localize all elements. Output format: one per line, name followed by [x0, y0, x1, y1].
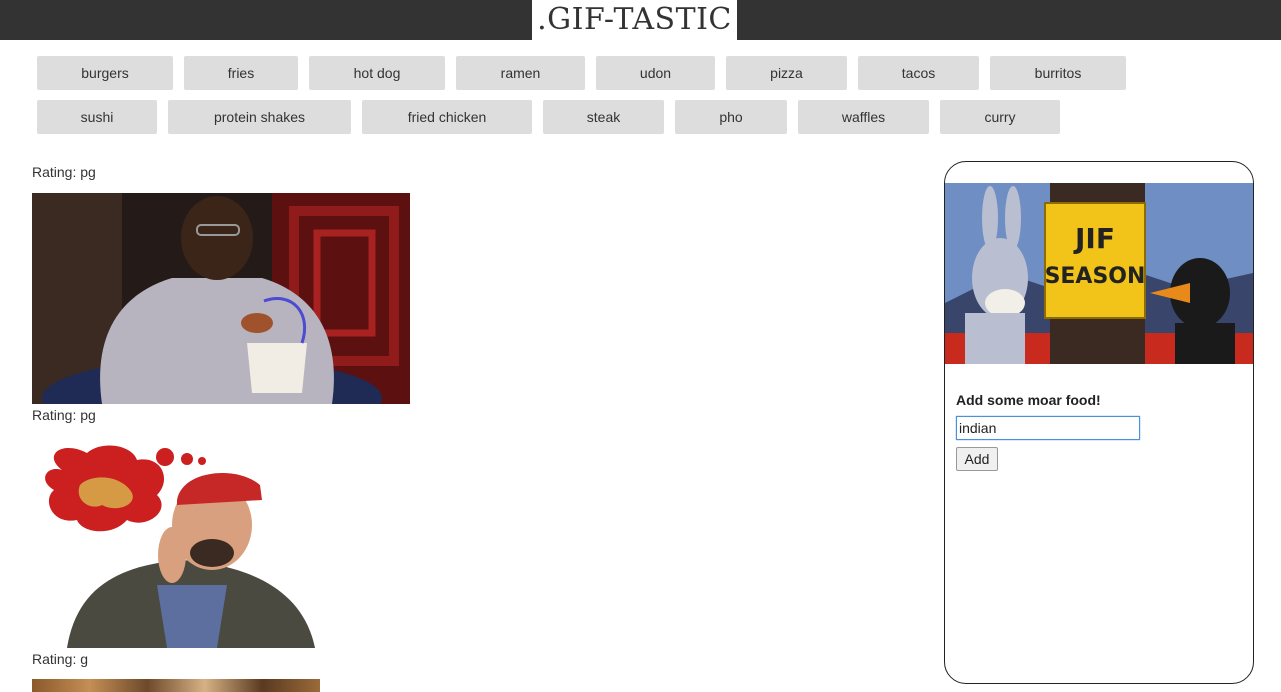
topic-button-pho[interactable]: pho	[675, 100, 787, 134]
gif-rating: Rating: g	[32, 651, 89, 667]
gif-image[interactable]	[32, 679, 320, 692]
man-eating-chicken-illustration	[32, 193, 410, 404]
topic-button-pizza[interactable]: pizza	[726, 56, 847, 90]
topic-button-udon[interactable]: udon	[596, 56, 715, 90]
jif-season-illustration: JIF SEASON	[945, 183, 1253, 364]
add-button[interactable]: Add	[956, 447, 998, 471]
topic-button-hot-dog[interactable]: hot dog	[309, 56, 445, 90]
page-title: .GIF-TASTIC	[532, 0, 737, 40]
sign-text-jif: JIF	[1073, 222, 1115, 255]
add-topic-panel: JIF SEASON Add some moar food! Add	[944, 161, 1254, 684]
gif-image[interactable]	[32, 445, 315, 648]
topic-button-fries[interactable]: fries	[184, 56, 298, 90]
topic-button-fried-chicken[interactable]: fried chicken	[362, 100, 532, 134]
gif-image[interactable]	[32, 193, 410, 404]
topic-button-protein-shakes[interactable]: protein shakes	[168, 100, 351, 134]
topic-button-sushi[interactable]: sushi	[37, 100, 157, 134]
topic-button-curry[interactable]: curry	[940, 100, 1060, 134]
sign-text-season: SEASON	[1045, 264, 1146, 289]
gif-rating: Rating: pg	[32, 164, 96, 180]
topic-button-burgers[interactable]: burgers	[37, 56, 173, 90]
food-input[interactable]	[956, 416, 1140, 440]
topic-button-tacos[interactable]: tacos	[858, 56, 979, 90]
topic-button-ramen[interactable]: ramen	[456, 56, 585, 90]
topic-button-steak[interactable]: steak	[543, 100, 664, 134]
topic-button-burritos[interactable]: burritos	[990, 56, 1126, 90]
man-thinking-chicken-illustration	[32, 445, 315, 648]
topic-button-waffles[interactable]: waffles	[798, 100, 929, 134]
header-bar: .GIF-TASTIC	[0, 0, 1281, 40]
gif-rating: Rating: pg	[32, 407, 96, 423]
jif-season-image: JIF SEASON	[945, 183, 1253, 364]
add-food-label: Add some moar food!	[956, 392, 1101, 408]
